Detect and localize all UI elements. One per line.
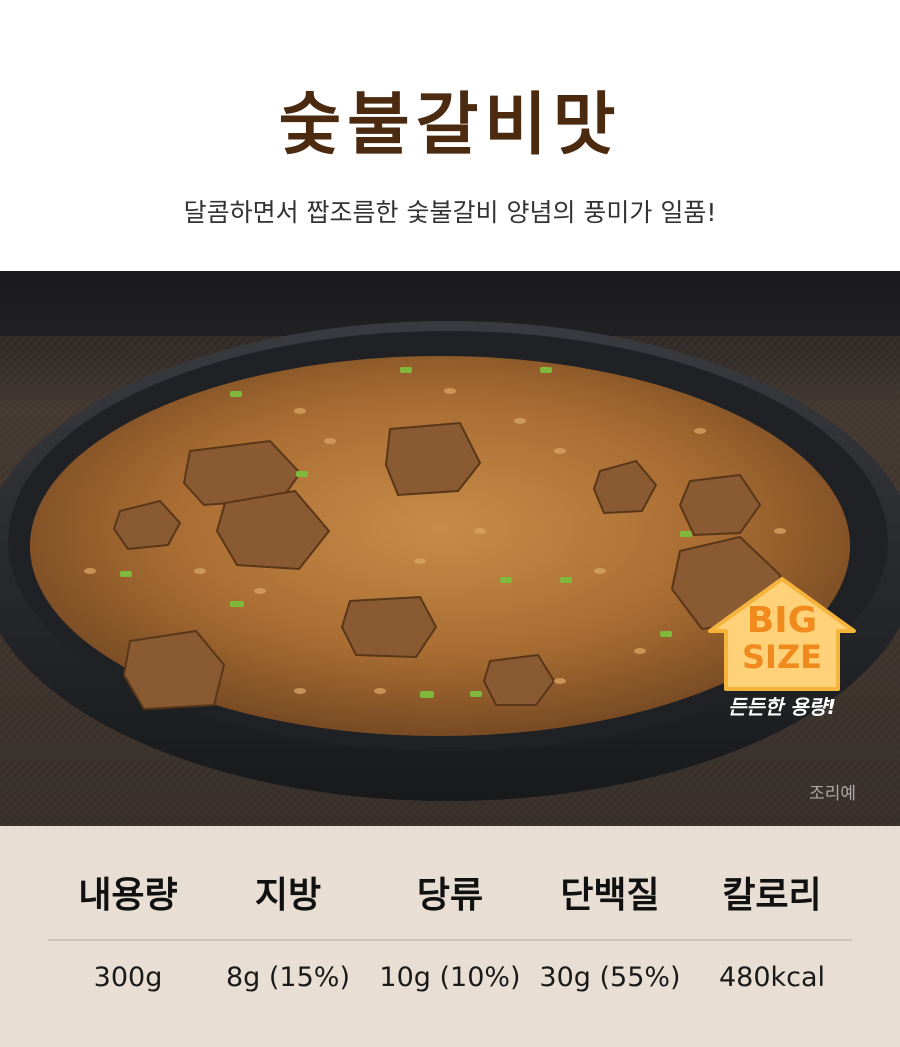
nutrition-value-fat: 8g (15%) bbox=[226, 962, 350, 993]
nutrition-header-calories: 칼로리 bbox=[722, 875, 822, 916]
nutrition-value-amount: 300g bbox=[93, 962, 163, 993]
product-flavor-subtitle: 달콤하면서 짭조름한 숯불갈비 양념의 풍미가 일품! bbox=[183, 198, 717, 227]
header-section: 숯불갈비맛 달콤하면서 짭조름한 숯불갈비 양념의 풍미가 일품! bbox=[0, 0, 900, 271]
cooking-example-caption: 조리예 bbox=[809, 784, 856, 804]
fried-rice-bowl-illustration bbox=[0, 271, 900, 826]
badge-size-text: SIZE bbox=[741, 638, 822, 676]
badge-tagline: 든든한 용량! bbox=[727, 695, 837, 719]
nutrition-value-sugar: 10g (10%) bbox=[379, 962, 521, 993]
nutrition-header-protein: 단백질 bbox=[560, 875, 660, 916]
nutrition-value-calories: 480kcal bbox=[718, 962, 826, 993]
nutrition-header-sugar: 당류 bbox=[416, 875, 484, 916]
product-photo: BIG SIZE 든든한 용량! 조리예 bbox=[0, 271, 900, 826]
nutrition-table: 내용량 지방 당류 단백질 칼로리 300g 8g (15%) 10g (10%… bbox=[0, 826, 900, 1047]
badge-big-text: BIG bbox=[746, 600, 818, 641]
nutrition-header-fat: 지방 bbox=[254, 875, 322, 916]
nutrition-value-protein: 30g (55%) bbox=[539, 962, 681, 993]
product-flavor-title: 숯불갈비맛 bbox=[278, 86, 622, 165]
nutrition-header-amount: 내용량 bbox=[78, 875, 178, 916]
big-size-badge: BIG SIZE 든든한 용량! bbox=[706, 575, 858, 725]
nutrition-divider bbox=[48, 939, 852, 941]
